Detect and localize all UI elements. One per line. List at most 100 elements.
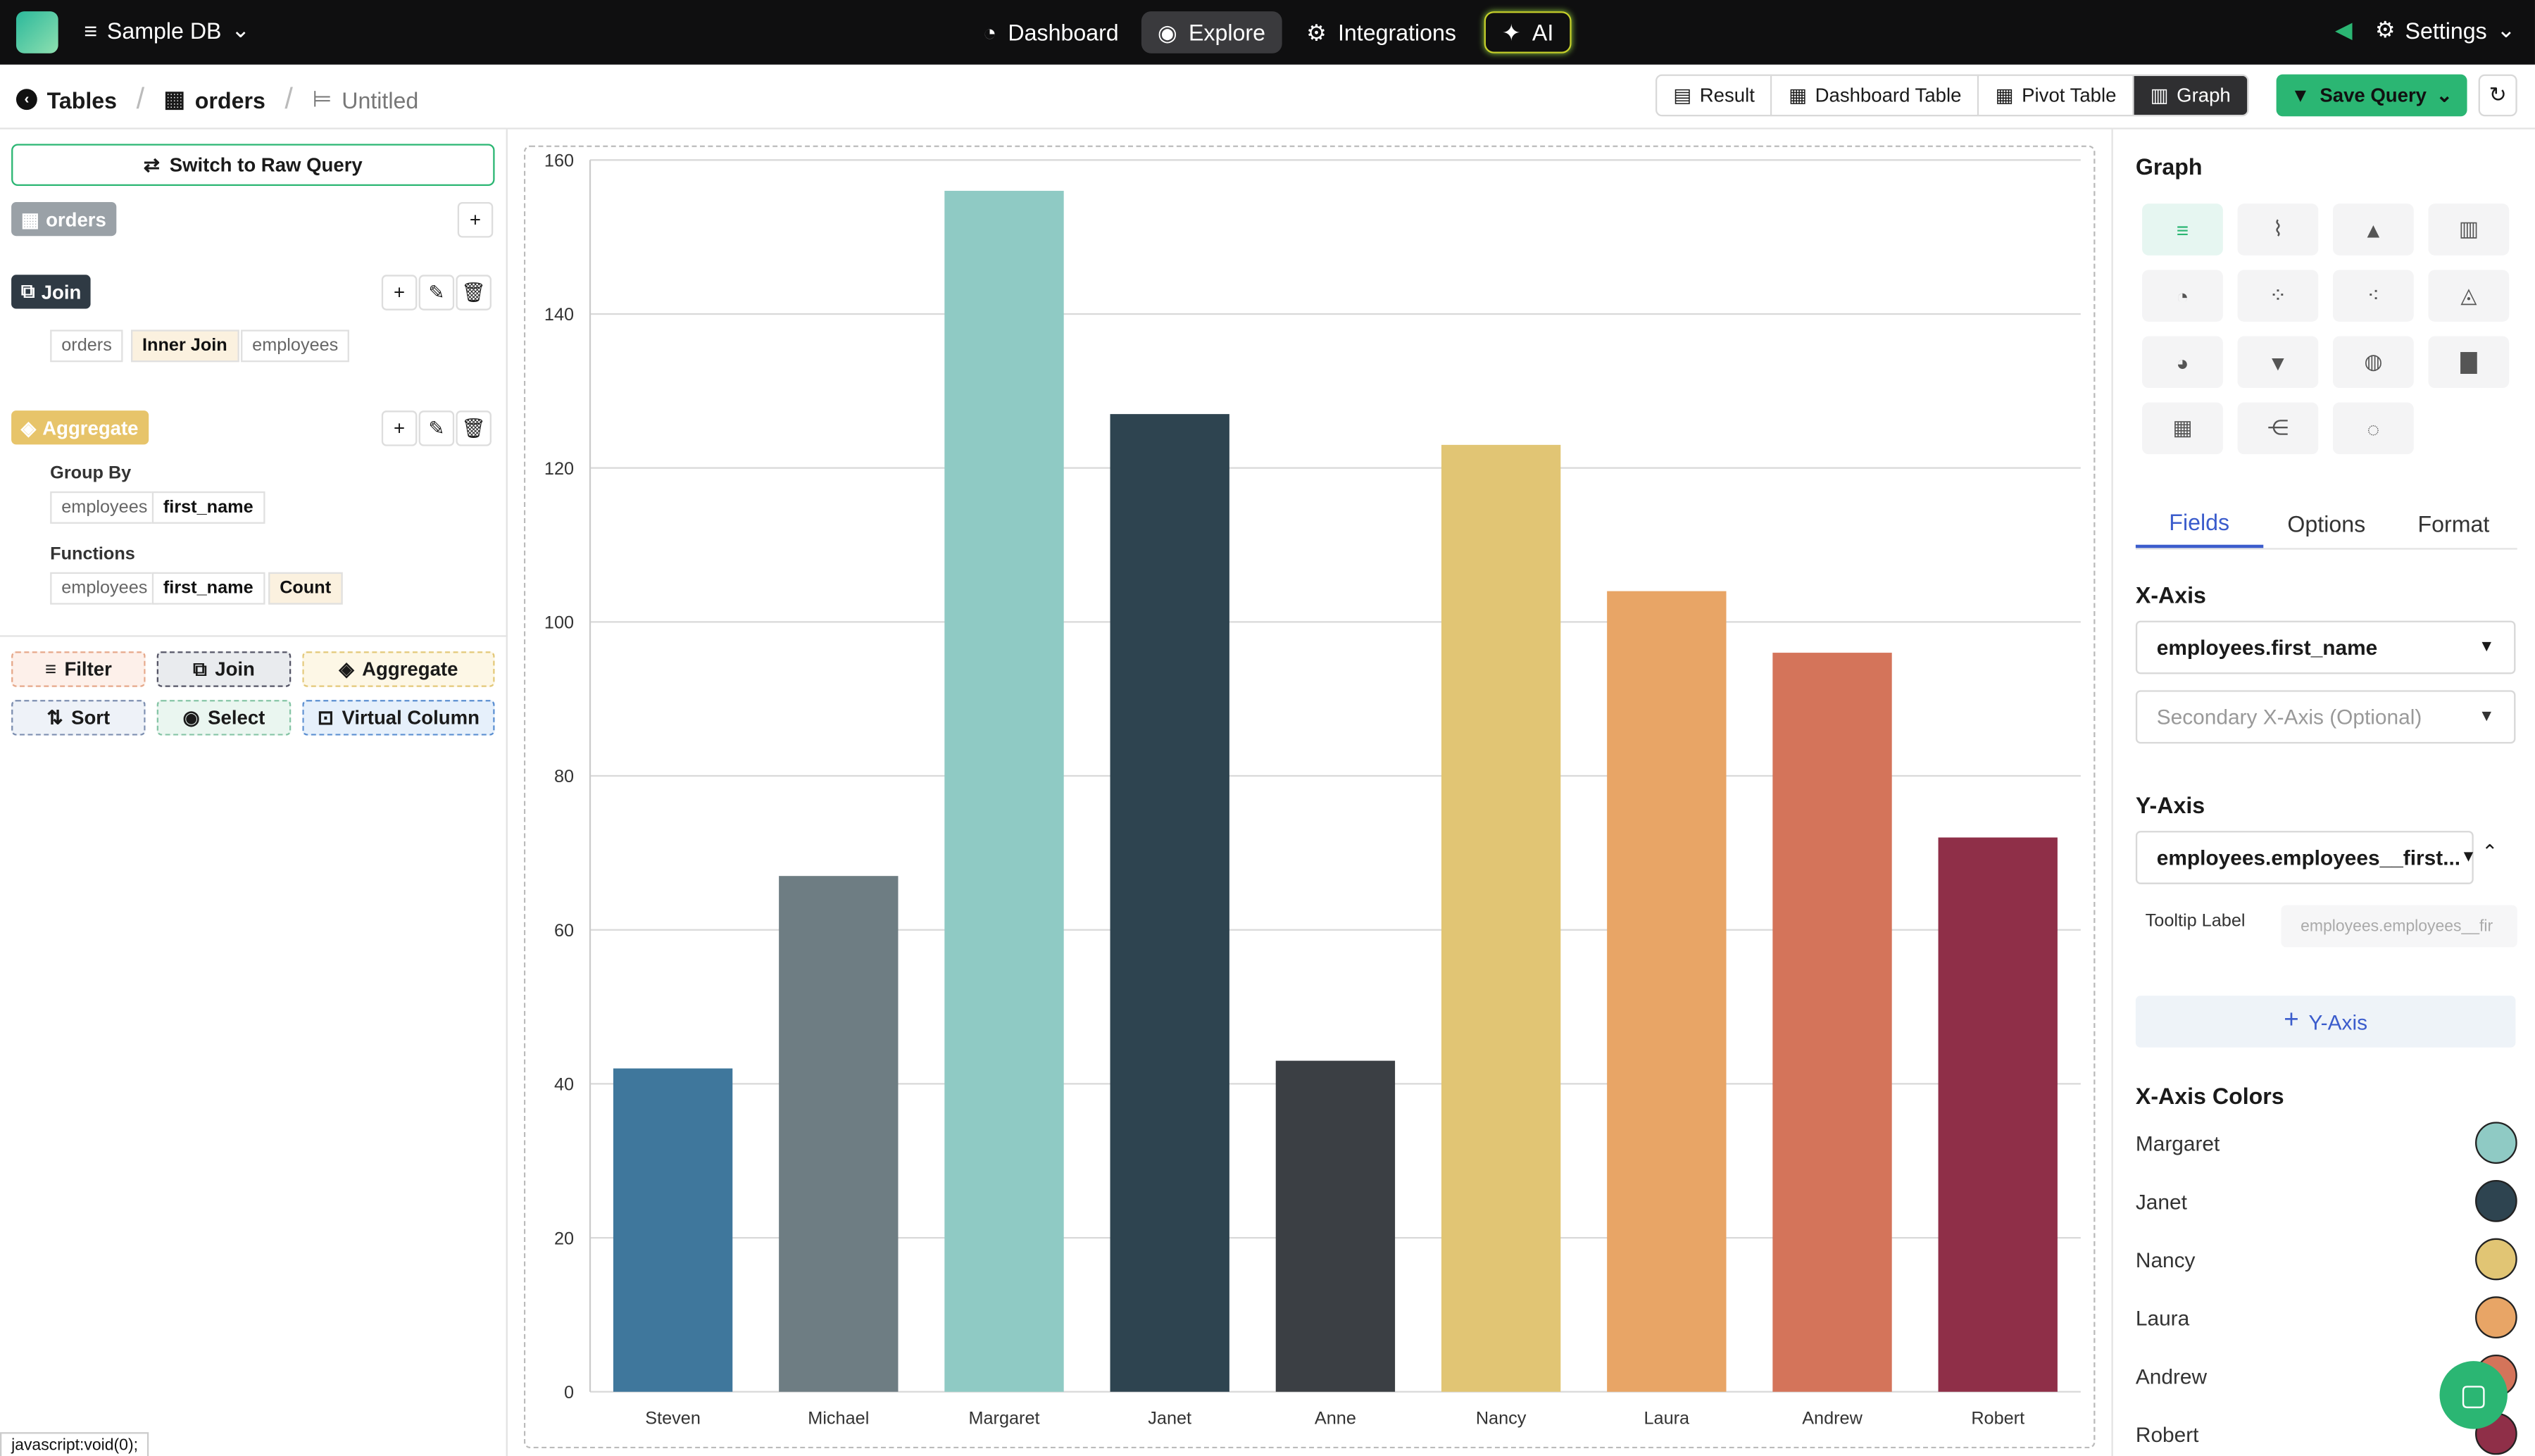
layers-icon: ◈ [339, 658, 354, 681]
join-op-button[interactable]: ⧉ Join [156, 651, 292, 687]
group-by-column[interactable]: first_name [151, 491, 265, 524]
select-button[interactable]: ◉ Select [156, 700, 292, 736]
area-chart-icon[interactable]: ▲ [2332, 203, 2414, 256]
filter-icon: ▼ [2291, 84, 2310, 107]
function-table[interactable]: employees [50, 572, 159, 605]
db-selector[interactable]: ≡ Sample DB ⌄ [84, 16, 250, 44]
sankey-chart-icon[interactable]: ⋲ [2237, 402, 2319, 455]
treemap-chart-icon[interactable]: ▦ [2142, 402, 2223, 455]
tab-options[interactable]: Options [2263, 498, 2391, 548]
refresh-icon: ↻ [2489, 82, 2507, 107]
tab-fields[interactable]: Fields [2135, 498, 2263, 548]
pie-chart-icon[interactable]: ◔ [2142, 270, 2223, 322]
nav-ai[interactable]: ✦ AI [1484, 11, 1572, 54]
y-tick-label: 100 [544, 613, 574, 633]
function-column[interactable]: first_name [151, 572, 265, 605]
aggregate-node[interactable]: ◈ Aggregate [11, 410, 149, 445]
app-logo[interactable] [15, 11, 58, 54]
donut-chart-icon[interactable]: ◌ [2332, 402, 2414, 455]
y-axis-select[interactable]: employees.employees__first... ▼ [2135, 831, 2477, 884]
bar-chart-icon[interactable]: ≡ [2142, 203, 2223, 256]
tab-result[interactable]: ▤ Result [1657, 75, 1773, 115]
aggregate-add-button[interactable]: + [381, 410, 418, 446]
histogram-chart-icon[interactable]: ▇ [2428, 336, 2510, 389]
color-swatch[interactable] [2475, 1180, 2517, 1222]
tab-dashboard-table[interactable]: ▦ Dashboard Table [1772, 75, 1979, 115]
x-tick-label: Anne [1315, 1409, 1356, 1429]
join-delete-button[interactable]: 🗑 [456, 275, 492, 310]
megaphone-icon[interactable]: ◀ [2335, 16, 2353, 44]
secondary-x-axis-select[interactable]: Secondary X-Axis (Optional) ▼ [2135, 690, 2516, 744]
radar-chart-icon[interactable]: ◬ [2428, 270, 2510, 322]
x-axis-select[interactable]: employees.first_name ▼ [2135, 620, 2516, 674]
color-swatch[interactable] [2475, 1122, 2517, 1165]
join-type[interactable]: Inner Join [130, 330, 239, 363]
divider [0, 635, 508, 637]
map-chart-icon[interactable]: ◍ [2332, 336, 2414, 389]
nav-dashboard[interactable]: ◔ Dashboard [967, 11, 1135, 54]
save-query-button[interactable]: ▼ Save Query ⌄ [2276, 74, 2467, 117]
filter-button[interactable]: ≡ Filter [11, 651, 146, 687]
query-icon: ⊨ [312, 85, 332, 112]
bar-nancy [1441, 444, 1561, 1392]
result-icon: ▤ [1673, 84, 1692, 107]
join-add-button[interactable]: + [381, 275, 418, 310]
bar-andrew [1772, 653, 1892, 1392]
sort-button[interactable]: ⇅ Sort [11, 700, 146, 736]
scatter-chart-icon[interactable]: ⁘ [2237, 270, 2319, 322]
color-row-label: Margaret [2135, 1130, 2220, 1155]
tab-format[interactable]: Format [2390, 498, 2517, 548]
color-row-label: Janet [2135, 1188, 2187, 1214]
tab-pivot-table[interactable]: ▦ Pivot Table [1979, 75, 2134, 115]
bar-michael [779, 876, 899, 1392]
table-node[interactable]: ▦ orders [11, 201, 116, 237]
functions-label: Functions [50, 544, 135, 565]
nav-explore[interactable]: ◉ Explore [1141, 11, 1282, 54]
line-chart-icon[interactable]: ⌇ [2237, 203, 2319, 256]
join-left-table[interactable]: orders [50, 330, 123, 363]
chart-container: 0 20 40 60 80 100 120 140 160 Steven Michael Margar… [523, 145, 2096, 1449]
join-edit-button[interactable]: ✎ [418, 275, 455, 310]
app-root: ≡ Sample DB ⌄ ◔ Dashboard ◉ Explore ⚙ In… [0, 0, 2535, 1456]
y-tick-label: 120 [544, 459, 574, 479]
top-bar: ≡ Sample DB ⌄ ◔ Dashboard ◉ Explore ⚙ In… [0, 0, 2535, 65]
join-icon: ⧉ [193, 657, 207, 680]
breadcrumb-tables[interactable]: ‹ Tables [15, 87, 117, 113]
tooltip-input[interactable]: employees.employees__fir [2281, 905, 2517, 948]
breadcrumb-untitled[interactable]: ⊨ Untitled [312, 86, 418, 113]
bar-steven [613, 1068, 733, 1392]
join-node-label: Join [41, 280, 82, 303]
top-right: ◀ ⚙ Settings ⌄ [2335, 16, 2515, 44]
aggregate-edit-button[interactable]: ✎ [418, 410, 455, 446]
x-tick-label: Nancy [1476, 1409, 1527, 1429]
combo-chart-icon[interactable]: ▥ [2428, 203, 2510, 256]
nav-integrations[interactable]: ⚙ Integrations [1290, 11, 1472, 54]
refresh-button[interactable]: ↻ [2478, 74, 2517, 117]
function-type[interactable]: Count [268, 572, 343, 605]
settings-menu[interactable]: ⚙ Settings ⌄ [2375, 16, 2515, 44]
join-right-table[interactable]: employees [241, 330, 350, 363]
color-row-label: Laura [2135, 1305, 2190, 1330]
tab-graph[interactable]: ▥ Graph [2134, 75, 2247, 115]
bubble-chart-icon[interactable]: ⁖ [2332, 270, 2414, 322]
color-swatch[interactable] [2475, 1296, 2517, 1339]
group-by-table[interactable]: employees [50, 491, 159, 524]
switch-raw-query-button[interactable]: ⇄ Switch to Raw Query [11, 144, 495, 187]
aggregate-op-button[interactable]: ◈ Aggregate [302, 651, 495, 687]
join-node[interactable]: ⧉ Join [11, 275, 92, 309]
sort-icon: ⇅ [46, 706, 63, 729]
add-button[interactable]: + [457, 201, 494, 238]
virtual-column-button[interactable]: ⊡ Virtual Column [302, 700, 495, 736]
chevron-up-icon[interactable]: ⌃ [2481, 841, 2498, 863]
aggregate-delete-button[interactable]: 🗑 [456, 410, 492, 446]
breadcrumb-orders[interactable]: ▦ orders [164, 86, 265, 113]
color-row-label: Andrew [2135, 1363, 2208, 1388]
bar-margaret [944, 191, 1064, 1392]
add-y-axis-button[interactable]: + Y-Axis [2135, 996, 2516, 1048]
chat-button[interactable]: ▢ [2439, 1361, 2508, 1429]
funnel-chart-icon[interactable]: ▼ [2237, 336, 2319, 389]
trash-icon: 🗑 [461, 281, 487, 304]
y-axis-label: Y-Axis [2135, 791, 2205, 818]
color-swatch[interactable] [2475, 1238, 2517, 1281]
polar-chart-icon[interactable]: ◕ [2142, 336, 2223, 389]
